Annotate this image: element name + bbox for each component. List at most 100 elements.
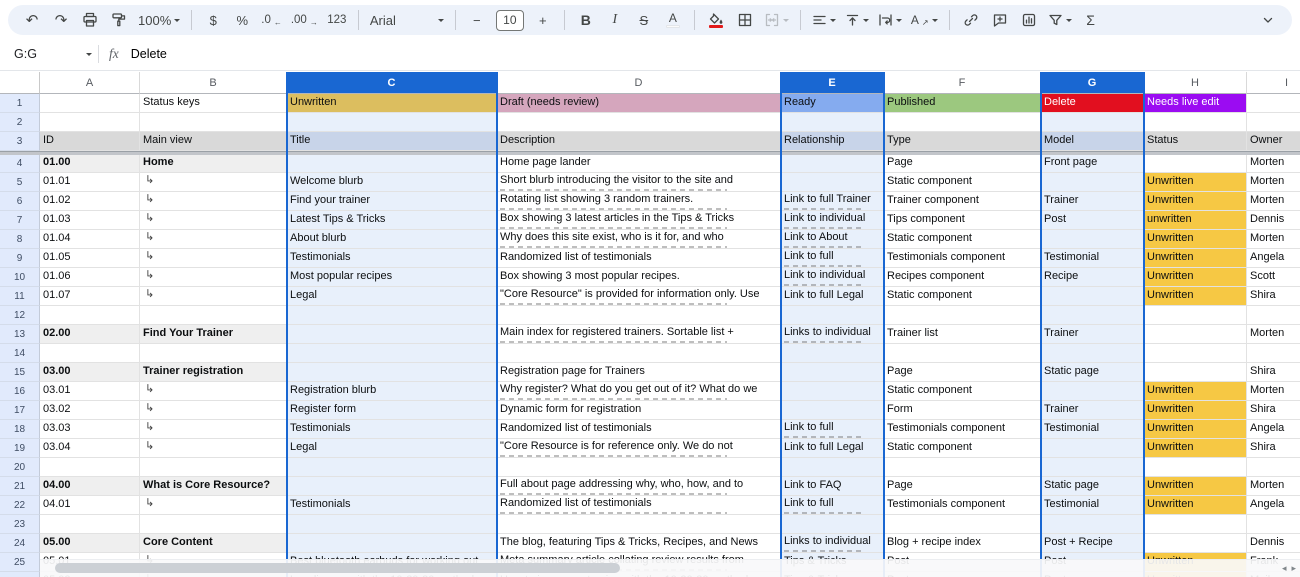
- cell-D1[interactable]: Draft (needs review): [497, 94, 781, 113]
- row-header-6[interactable]: 6: [0, 192, 40, 211]
- cell-G13[interactable]: Trainer: [1041, 325, 1144, 344]
- cell-H7[interactable]: unwritten: [1144, 211, 1247, 230]
- cell-D19[interactable]: "Core Resource is for reference only. We…: [497, 439, 781, 458]
- cell-F2[interactable]: [884, 113, 1041, 132]
- cell-E15[interactable]: [781, 363, 884, 382]
- redo-button[interactable]: ↷: [51, 8, 71, 32]
- cell-B6[interactable]: ↳: [140, 192, 287, 211]
- row-header-18[interactable]: 18: [0, 420, 40, 439]
- cell-A18[interactable]: 03.03: [40, 420, 140, 439]
- cell-B13[interactable]: Find Your Trainer: [140, 325, 287, 344]
- cell-C12[interactable]: [287, 306, 497, 325]
- cell-B14[interactable]: [140, 344, 287, 363]
- cell-I7[interactable]: Dennis: [1247, 211, 1300, 230]
- cell-F9[interactable]: Testimonials component: [884, 249, 1041, 268]
- cell-E9[interactable]: Link to full: [781, 249, 884, 268]
- increase-decimal-button[interactable]: .00→: [291, 8, 318, 32]
- cell-E19[interactable]: Link to full Legal: [781, 439, 884, 458]
- row-header-17[interactable]: 17: [0, 401, 40, 420]
- cell-B10[interactable]: ↳: [140, 268, 287, 287]
- cell-F15[interactable]: Page: [884, 363, 1041, 382]
- horizontal-scrollbar[interactable]: ◂ ▸: [40, 559, 1300, 577]
- cell-B3[interactable]: Main view: [140, 132, 287, 151]
- cell-H13[interactable]: [1144, 325, 1247, 344]
- cell-A9[interactable]: 01.05: [40, 249, 140, 268]
- cell-I13[interactable]: Morten: [1247, 325, 1300, 344]
- cell-B1[interactable]: Status keys: [140, 94, 287, 113]
- cell-A5[interactable]: 01.01: [40, 173, 140, 192]
- cell-G11[interactable]: [1041, 287, 1144, 306]
- row-header-12[interactable]: 12: [0, 306, 40, 325]
- cell-D8[interactable]: Why does this site exist, who is it for,…: [497, 230, 781, 249]
- cell-A4[interactable]: 01.00: [40, 154, 140, 173]
- cell-H16[interactable]: Unwritten: [1144, 382, 1247, 401]
- cell-C5[interactable]: Welcome blurb: [287, 173, 497, 192]
- paint-format-button[interactable]: [109, 8, 129, 32]
- percent-format-button[interactable]: %: [232, 8, 252, 32]
- text-color-button[interactable]: A: [663, 8, 683, 32]
- cell-D12[interactable]: [497, 306, 781, 325]
- cell-I24[interactable]: Dennis: [1247, 534, 1300, 553]
- cell-B15[interactable]: Trainer registration: [140, 363, 287, 382]
- cell-D13[interactable]: Main index for registered trainers. Sort…: [497, 325, 781, 344]
- cell-C7[interactable]: Latest Tips & Tricks: [287, 211, 497, 230]
- cell-A11[interactable]: 01.07: [40, 287, 140, 306]
- insert-link-button[interactable]: [961, 8, 981, 32]
- cell-H17[interactable]: Unwritten: [1144, 401, 1247, 420]
- cell-G16[interactable]: [1041, 382, 1144, 401]
- cell-B21[interactable]: What is Core Resource?: [140, 477, 287, 496]
- cell-D16[interactable]: Why register? What do you get out of it?…: [497, 382, 781, 401]
- cell-E1[interactable]: Ready: [781, 94, 884, 113]
- cell-E10[interactable]: Link to individual: [781, 268, 884, 287]
- cell-E14[interactable]: [781, 344, 884, 363]
- cell-E4[interactable]: [781, 154, 884, 173]
- cell-C8[interactable]: About blurb: [287, 230, 497, 249]
- cell-E24[interactable]: Links to individual: [781, 534, 884, 553]
- cell-G21[interactable]: Static page: [1041, 477, 1144, 496]
- row-header-25[interactable]: 25: [0, 553, 40, 572]
- column-header-H[interactable]: H: [1144, 72, 1247, 94]
- cell-G10[interactable]: Recipe: [1041, 268, 1144, 287]
- text-wrapping-button[interactable]: [878, 8, 902, 32]
- row-header-8[interactable]: 8: [0, 230, 40, 249]
- cell-D3[interactable]: Description: [497, 132, 781, 151]
- cell-D24[interactable]: The blog, featuring Tips & Tricks, Recip…: [497, 534, 781, 553]
- cell-D2[interactable]: [497, 113, 781, 132]
- cell-B18[interactable]: ↳: [140, 420, 287, 439]
- cell-F12[interactable]: [884, 306, 1041, 325]
- column-header-D[interactable]: D: [497, 72, 781, 94]
- cell-I18[interactable]: Angela: [1247, 420, 1300, 439]
- cell-G1[interactable]: Delete: [1041, 94, 1144, 113]
- cell-E17[interactable]: [781, 401, 884, 420]
- horizontal-align-button[interactable]: [812, 8, 836, 32]
- cell-A10[interactable]: 01.06: [40, 268, 140, 287]
- cell-B9[interactable]: ↳: [140, 249, 287, 268]
- cell-C3[interactable]: Title: [287, 132, 497, 151]
- cell-C13[interactable]: [287, 325, 497, 344]
- cell-E5[interactable]: [781, 173, 884, 192]
- cell-E23[interactable]: [781, 515, 884, 534]
- italic-button[interactable]: I: [605, 8, 625, 32]
- cell-I22[interactable]: Angela: [1247, 496, 1300, 515]
- sheet-corner[interactable]: [0, 72, 40, 94]
- cell-I9[interactable]: Angela: [1247, 249, 1300, 268]
- cell-C18[interactable]: Testimonials: [287, 420, 497, 439]
- strikethrough-button[interactable]: S: [634, 8, 654, 32]
- row-header-1[interactable]: 1: [0, 94, 40, 113]
- cell-I12[interactable]: [1247, 306, 1300, 325]
- cell-B23[interactable]: [140, 515, 287, 534]
- cell-F21[interactable]: Page: [884, 477, 1041, 496]
- cell-C24[interactable]: [287, 534, 497, 553]
- cell-I1[interactable]: [1247, 94, 1300, 113]
- cell-I15[interactable]: Shira: [1247, 363, 1300, 382]
- cell-H3[interactable]: Status: [1144, 132, 1247, 151]
- cell-I14[interactable]: [1247, 344, 1300, 363]
- cell-G24[interactable]: Post + Recipe: [1041, 534, 1144, 553]
- cell-G8[interactable]: [1041, 230, 1144, 249]
- cell-H20[interactable]: [1144, 458, 1247, 477]
- cell-B12[interactable]: [140, 306, 287, 325]
- cell-F23[interactable]: [884, 515, 1041, 534]
- cell-A3[interactable]: ID: [40, 132, 140, 151]
- cell-H10[interactable]: Unwritten: [1144, 268, 1247, 287]
- cell-B16[interactable]: ↳: [140, 382, 287, 401]
